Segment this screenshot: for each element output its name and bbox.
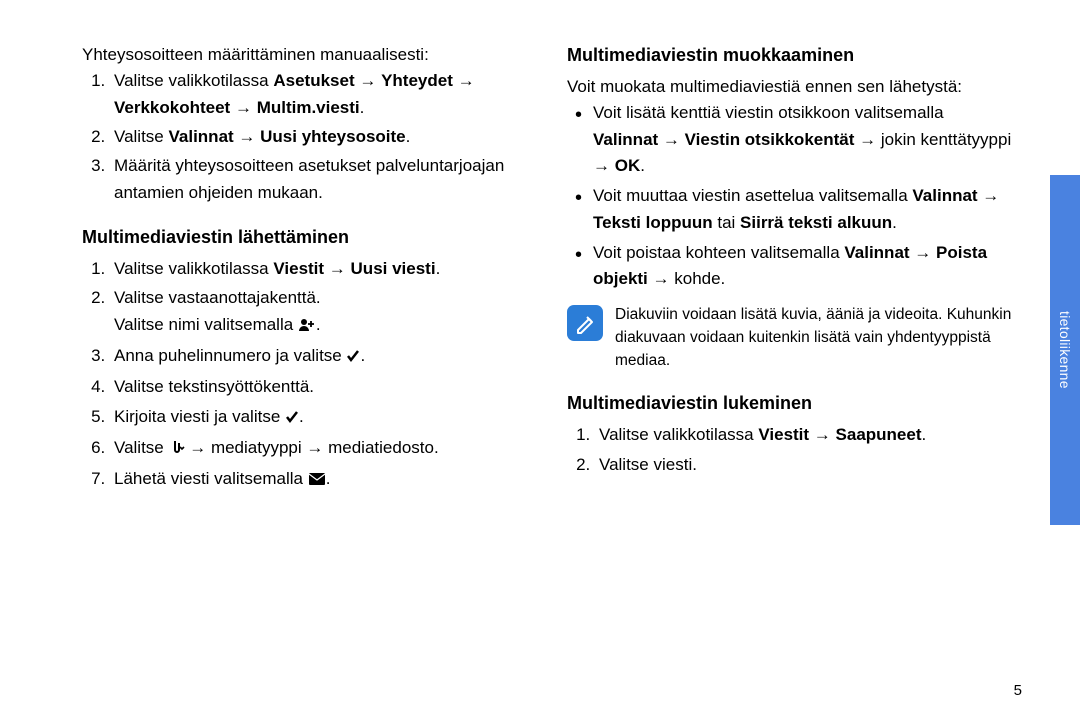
- list-item: Voit muuttaa viestin asettelua valitsema…: [571, 183, 1012, 236]
- attach-icon: [169, 437, 185, 463]
- list-item: Voit lisätä kenttiä viestin otsikkoon va…: [571, 100, 1012, 179]
- list-item: Valitse valikkotilassa Asetukset → Yhtey…: [110, 68, 527, 121]
- left-column: Yhteysosoitteen määrittäminen manuaalise…: [82, 42, 527, 721]
- side-tab-label: tietoliikenne: [1050, 175, 1080, 525]
- list-item: Valitse viesti.: [595, 452, 1012, 478]
- list-item: Lähetä viesti valitsemalla .: [110, 466, 527, 494]
- list-item: Valitse valikkotilassa Viestit → Saapune…: [595, 422, 1012, 448]
- note-icon: [567, 305, 603, 341]
- right-column: Multimediaviestin muokkaaminen Voit muok…: [567, 42, 1012, 721]
- intro-text: Yhteysosoitteen määrittäminen manuaalise…: [82, 42, 527, 68]
- send-mms-list: Valitse valikkotilassa Viestit → Uusi vi…: [110, 256, 527, 495]
- note-block: Diakuviin voidaan lisätä kuvia, ääniä ja…: [567, 303, 1012, 373]
- list-item: Määritä yhteysosoitteen asetukset palvel…: [110, 153, 527, 206]
- list-item: Anna puhelinnumero ja valitse .: [110, 343, 527, 371]
- list-item: Kirjoita viesti ja valitse .: [110, 404, 527, 432]
- check-icon: [285, 406, 299, 432]
- section-heading-edit: Multimediaviestin muokkaaminen: [567, 42, 1012, 70]
- list-item: Valitse → mediatyyppi → mediatiedosto.: [110, 435, 527, 463]
- edit-mms-list: Voit lisätä kenttiä viestin otsikkoon va…: [571, 100, 1012, 292]
- page-number: 5: [1014, 682, 1022, 699]
- manual-address-list: Valitse valikkotilassa Asetukset → Yhtey…: [110, 68, 527, 206]
- note-text: Diakuviin voidaan lisätä kuvia, ääniä ja…: [615, 303, 1012, 373]
- section-heading-read: Multimediaviestin lukeminen: [567, 390, 1012, 418]
- list-item: Valitse valikkotilassa Viestit → Uusi vi…: [110, 256, 527, 282]
- list-item: Valitse Valinnat → Uusi yhteysosoite.: [110, 124, 527, 150]
- envelope-icon: [308, 468, 326, 494]
- page-content: Yhteysosoitteen määrittäminen manuaalise…: [0, 0, 1080, 721]
- check-icon: [346, 345, 360, 371]
- side-tab-spacer: [1050, 0, 1080, 175]
- list-item: Voit poistaa kohteen valitsemalla Valinn…: [571, 240, 1012, 293]
- list-item: Valitse vastaanottajakenttä. Valitse nim…: [110, 285, 527, 340]
- read-mms-list: Valitse valikkotilassa Viestit → Saapune…: [595, 422, 1012, 478]
- list-item: Valitse tekstinsyöttökenttä.: [110, 374, 527, 400]
- side-tab: tietoliikenne: [1050, 0, 1080, 721]
- person-add-icon: [298, 314, 316, 340]
- section-heading-send: Multimediaviestin lähettäminen: [82, 224, 527, 252]
- edit-intro: Voit muokata multimediaviestiä ennen sen…: [567, 74, 1012, 100]
